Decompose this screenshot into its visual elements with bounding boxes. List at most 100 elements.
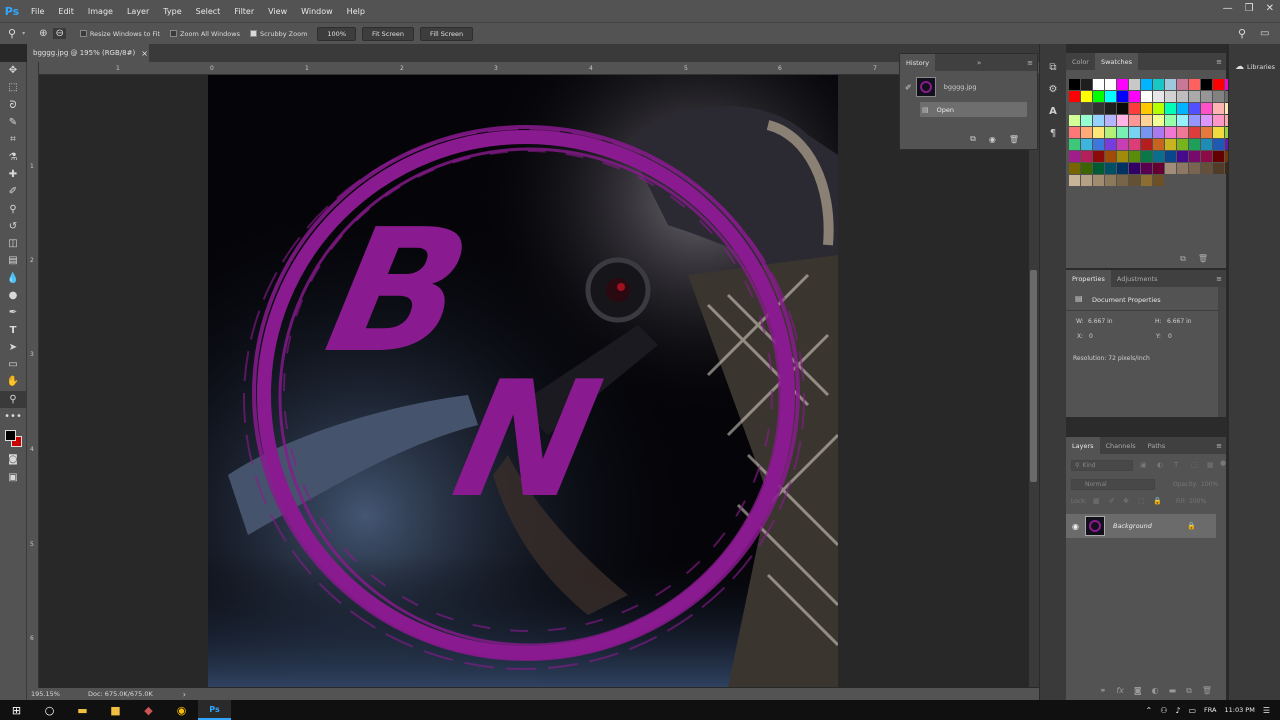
color-swatch[interactable] xyxy=(1213,91,1224,102)
color-swatch[interactable] xyxy=(1129,115,1140,126)
rectangle-tool-icon[interactable]: ▭ xyxy=(0,356,26,373)
tab-adjustments[interactable]: Adjustments xyxy=(1111,270,1164,287)
color-swatch[interactable] xyxy=(1069,79,1080,90)
status-menu-arrow-icon[interactable]: › xyxy=(183,690,186,699)
snapshot-camera-icon[interactable]: ◉ xyxy=(989,135,996,144)
color-swatch[interactable] xyxy=(1117,103,1128,114)
properties-panel-icon[interactable]: ⚙ xyxy=(1040,78,1066,100)
tab-history[interactable]: History xyxy=(900,54,936,71)
layer-kind-filter[interactable]: ⚲ Kind xyxy=(1071,460,1133,471)
color-swatch[interactable] xyxy=(1177,127,1188,138)
search-icon[interactable]: ⚲ xyxy=(1238,27,1246,40)
height-value[interactable]: 6.667 in xyxy=(1167,318,1192,325)
clock[interactable]: 11:03 PM xyxy=(1225,706,1255,714)
color-swatch[interactable] xyxy=(1165,127,1176,138)
pen-tool-icon[interactable]: ✒ xyxy=(0,304,26,321)
color-swatch[interactable] xyxy=(1213,79,1224,90)
layer-fx-icon[interactable]: fx xyxy=(1116,686,1124,696)
history-brush-tool-icon[interactable]: ↺ xyxy=(0,218,26,235)
width-value[interactable]: 6.667 in xyxy=(1088,318,1113,325)
color-swatch[interactable] xyxy=(1081,163,1092,174)
color-swatch[interactable] xyxy=(1141,139,1152,150)
color-swatch[interactable] xyxy=(1189,151,1200,162)
layer-name[interactable]: Background xyxy=(1113,522,1187,530)
lock-transparency-icon[interactable]: ▦ xyxy=(1093,497,1100,505)
zoom-tool-preset-icon[interactable]: ⚲ xyxy=(8,27,16,40)
tray-volume-icon[interactable]: ♪ xyxy=(1175,706,1180,715)
language-indicator[interactable]: FRA xyxy=(1204,706,1216,714)
color-swatch[interactable] xyxy=(1165,115,1176,126)
color-swatch[interactable] xyxy=(1105,115,1116,126)
filter-smart-object-icon[interactable]: ▦ xyxy=(1207,461,1214,469)
color-swatch[interactable] xyxy=(1177,139,1188,150)
color-swatch[interactable] xyxy=(1189,115,1200,126)
fill-screen-button[interactable]: Fill Screen xyxy=(420,26,474,41)
color-swatch[interactable] xyxy=(1093,127,1104,138)
color-swatch[interactable] xyxy=(1177,79,1188,90)
lock-all-icon[interactable]: 🔒 xyxy=(1153,497,1162,505)
color-swatch[interactable] xyxy=(1165,79,1176,90)
history-step[interactable]: ▤ Open xyxy=(920,102,1027,117)
color-swatch[interactable] xyxy=(1201,151,1212,162)
color-swatch[interactable] xyxy=(1153,127,1164,138)
new-adjustment-layer-icon[interactable]: ◐ xyxy=(1152,686,1159,696)
menu-layer[interactable]: Layer xyxy=(120,7,156,16)
tray-network-icon[interactable]: ⚇ xyxy=(1160,706,1167,715)
color-swatch[interactable] xyxy=(1141,103,1152,114)
zoom-out-icon[interactable]: ⊖ xyxy=(53,28,66,39)
color-swatch[interactable] xyxy=(1081,91,1092,102)
task-view-icon[interactable]: ▬ xyxy=(66,700,99,720)
color-swatch[interactable] xyxy=(1189,91,1200,102)
color-swatch[interactable] xyxy=(1093,175,1104,186)
tab-properties[interactable]: Properties xyxy=(1066,270,1111,287)
gradient-tool-icon[interactable]: ▤ xyxy=(0,252,26,269)
menu-file[interactable]: File xyxy=(24,7,51,16)
color-swatch[interactable] xyxy=(1105,163,1116,174)
color-swatch[interactable] xyxy=(1069,127,1080,138)
color-swatch[interactable] xyxy=(1153,103,1164,114)
color-swatch[interactable] xyxy=(1165,103,1176,114)
hand-tool-icon[interactable]: ✋ xyxy=(0,373,26,390)
color-swatch[interactable] xyxy=(1213,115,1224,126)
new-group-icon[interactable]: ▬ xyxy=(1169,686,1177,696)
color-swatch[interactable] xyxy=(1117,115,1128,126)
layers-menu-icon[interactable]: ≡ xyxy=(1216,442,1222,450)
color-swatch[interactable] xyxy=(1081,115,1092,126)
color-swatch[interactable] xyxy=(1153,175,1164,186)
filter-adjustment-icon[interactable]: ◐ xyxy=(1157,461,1163,469)
fill-value[interactable]: 100% xyxy=(1189,498,1206,505)
layer-visibility-eye-icon[interactable]: ◉ xyxy=(1072,522,1079,531)
healing-brush-tool-icon[interactable]: ✚ xyxy=(0,166,26,183)
tab-layers[interactable]: Layers xyxy=(1066,437,1100,454)
color-swatch[interactable] xyxy=(1189,79,1200,90)
color-swatch[interactable] xyxy=(1153,79,1164,90)
color-swatch[interactable] xyxy=(1117,163,1128,174)
color-swatch[interactable] xyxy=(1177,103,1188,114)
color-swatch[interactable] xyxy=(1093,139,1104,150)
color-swatch[interactable] xyxy=(1129,163,1140,174)
cortana-search-icon[interactable]: ○ xyxy=(33,700,66,720)
color-swatch[interactable] xyxy=(1153,139,1164,150)
fit-screen-button[interactable]: Fit Screen xyxy=(362,26,415,41)
color-swatch[interactable] xyxy=(1093,103,1104,114)
minimize-button[interactable]: — xyxy=(1223,3,1233,14)
eyedropper-tool-icon[interactable]: ⚗ xyxy=(0,148,26,165)
color-swatch[interactable] xyxy=(1129,127,1140,138)
zoom-level-field[interactable]: 195.15% xyxy=(31,690,83,698)
color-swatch[interactable] xyxy=(1081,103,1092,114)
marquee-tool-icon[interactable]: ⬚ xyxy=(0,79,26,96)
menu-type[interactable]: Type xyxy=(156,7,188,16)
color-swatch[interactable] xyxy=(1201,127,1212,138)
menu-window[interactable]: Window xyxy=(294,7,340,16)
color-swatch[interactable] xyxy=(1201,91,1212,102)
color-swatch[interactable] xyxy=(1141,115,1152,126)
color-swatch[interactable] xyxy=(1141,91,1152,102)
color-swatch[interactable] xyxy=(1081,175,1092,186)
lock-image-icon[interactable]: ✐ xyxy=(1109,497,1115,505)
color-swatch[interactable] xyxy=(1141,151,1152,162)
windows-start-icon[interactable]: ⊞ xyxy=(0,700,33,720)
file-explorer-icon[interactable]: ■ xyxy=(99,700,132,720)
color-swatch[interactable] xyxy=(1069,91,1080,102)
new-layer-icon[interactable]: ⧉ xyxy=(1186,686,1192,696)
zoom-100-button[interactable]: 100% xyxy=(317,26,356,41)
